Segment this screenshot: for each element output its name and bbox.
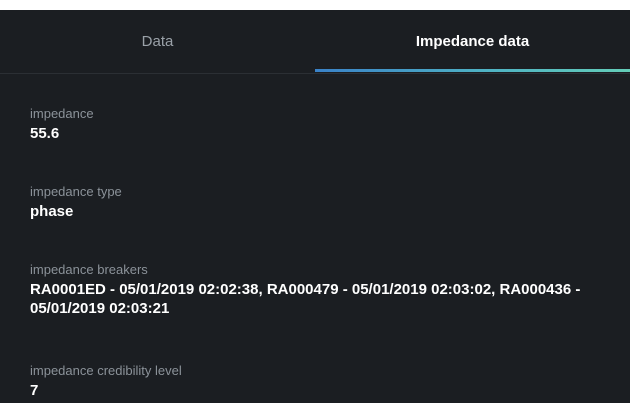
tab-impedance-data[interactable]: Impedance data — [315, 10, 630, 73]
impedance-value: 55.6 — [30, 125, 60, 142]
impedance-type-label: impedance type — [30, 184, 122, 199]
tab-bar: Data Impedance data — [0, 10, 630, 74]
active-tab-indicator — [315, 69, 630, 72]
impedance-field: impedance 55.6 — [30, 106, 610, 143]
impedance-label: impedance — [30, 106, 94, 121]
impedance-credibility-field: impedance credibility level 7 — [30, 363, 610, 400]
impedance-type-value: phase — [30, 203, 74, 220]
tab-data-label: Data — [141, 33, 174, 50]
impedance-credibility-label: impedance credibility level — [30, 363, 182, 378]
impedance-panel: Data Impedance data impedance 55.6 imped… — [0, 10, 630, 403]
impedance-type-field: impedance type phase — [30, 184, 610, 221]
impedance-breakers-field: impedance breakers RA0001ED - 05/01/2019… — [30, 262, 610, 318]
impedance-breakers-label: impedance breakers — [30, 262, 148, 277]
tab-impedance-data-label: Impedance data — [415, 33, 530, 50]
impedance-credibility-value: 7 — [30, 382, 39, 399]
tab-data[interactable]: Data — [0, 10, 315, 73]
impedance-breakers-value: RA0001ED - 05/01/2019 02:02:38, RA000479… — [30, 281, 581, 317]
